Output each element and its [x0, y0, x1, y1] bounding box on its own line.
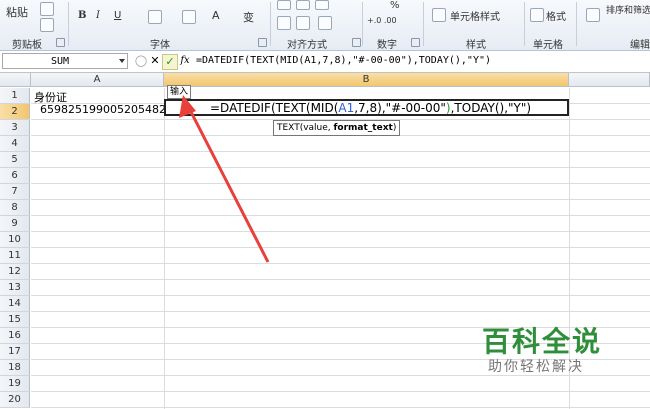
watermark-logo: 百科全说: [482, 325, 603, 358]
arrow-shaft: [187, 107, 270, 263]
watermark-slogan: 助你轻松解决: [488, 359, 584, 375]
